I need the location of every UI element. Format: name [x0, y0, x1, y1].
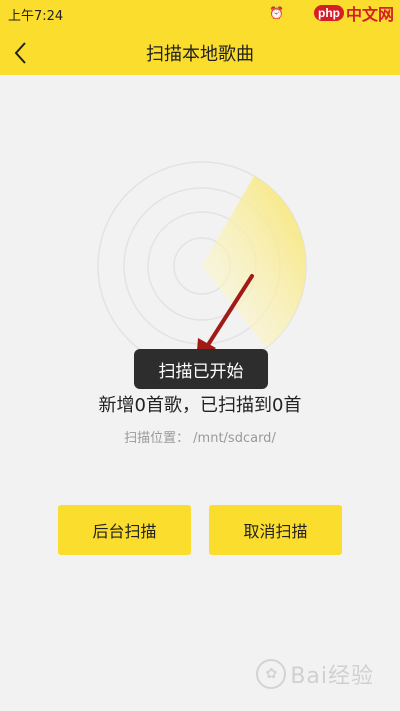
- alarm-icon: ⏰: [269, 6, 284, 20]
- watermark-baidu: ✿ Bai经验: [256, 658, 374, 690]
- nav-bar: 扫描本地歌曲: [0, 30, 400, 75]
- page-title: 扫描本地歌曲: [146, 44, 254, 65]
- toast-message: 扫描已开始: [134, 349, 268, 389]
- watermark-baidu-text: Bai经验: [290, 664, 374, 689]
- scan-path-value: /mnt/sdcard/: [193, 431, 276, 446]
- cancel-scan-button[interactable]: 取消扫描: [209, 505, 342, 555]
- radar-scan-graphic: [97, 161, 307, 371]
- status-time: 上午7:24: [8, 9, 64, 24]
- paw-icon: ✿: [256, 659, 287, 689]
- scan-path-label: 扫描位置：: [124, 431, 190, 446]
- watermark-logo: php 中文网: [313, 1, 394, 25]
- watermark-cn: 中文网: [345, 5, 394, 24]
- status-icons: ⏰: [269, 6, 284, 20]
- background-scan-button[interactable]: 后台扫描: [58, 505, 191, 555]
- scan-path: 扫描位置：/mnt/sdcard/: [0, 427, 400, 446]
- status-bar: 上午7:24 ⏰ php 中文网: [0, 0, 400, 30]
- watermark-php: php: [313, 5, 344, 21]
- scan-status-text: 新增0首歌，已扫描到0首: [98, 395, 302, 416]
